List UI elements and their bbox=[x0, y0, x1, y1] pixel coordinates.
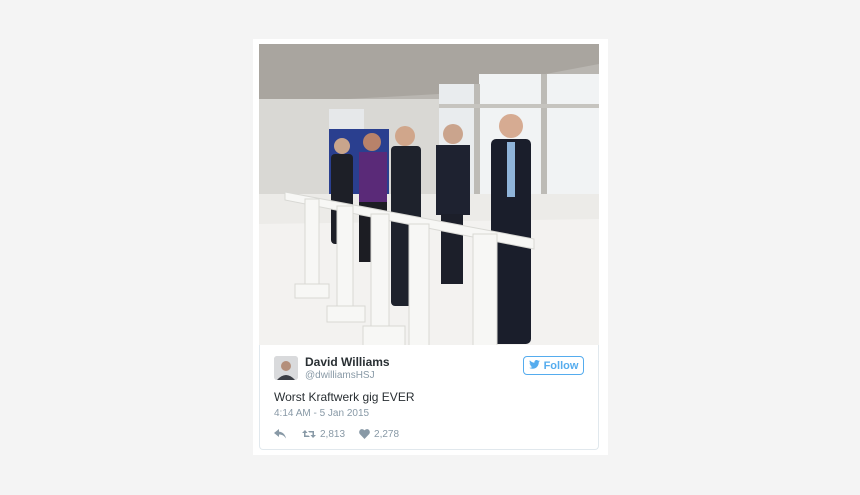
author-name[interactable]: David Williams bbox=[305, 355, 390, 369]
like-count: 2,278 bbox=[374, 428, 400, 440]
follow-button[interactable]: Follow bbox=[523, 356, 584, 375]
tweet-actions: 2,813 2,278 bbox=[274, 427, 399, 441]
tweet-photo[interactable] bbox=[259, 44, 599, 346]
twitter-bird-icon bbox=[528, 359, 540, 372]
tweet-timestamp[interactable]: 4:14 AM - 5 Jan 2015 bbox=[274, 408, 369, 419]
like-button[interactable]: 2,278 bbox=[359, 429, 399, 440]
follow-label: Follow bbox=[543, 359, 579, 372]
heart-icon bbox=[359, 429, 370, 439]
tweet-text: Worst Kraftwerk gig EVER bbox=[274, 390, 415, 404]
author-avatar[interactable] bbox=[274, 356, 298, 380]
retweet-count: 2,813 bbox=[320, 428, 346, 440]
reply-icon bbox=[274, 429, 286, 439]
author-handle[interactable]: @dwilliamsHSJ bbox=[305, 370, 375, 381]
retweet-icon bbox=[302, 429, 316, 439]
reply-button[interactable] bbox=[274, 429, 286, 439]
retweet-button[interactable]: 2,813 bbox=[302, 429, 345, 440]
tweet-content: David Williams @dwilliamsHSJ Follow Wors… bbox=[259, 345, 599, 450]
